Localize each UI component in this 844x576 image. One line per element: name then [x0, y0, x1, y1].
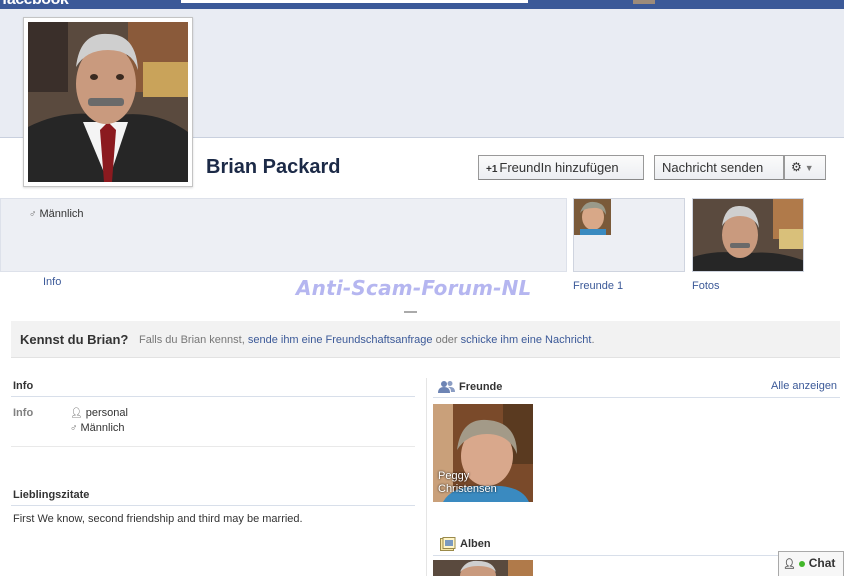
tab-photos[interactable]: Fotos: [692, 280, 720, 292]
facebook-logo[interactable]: facebook: [2, 0, 69, 9]
photo-thumbnail: [693, 199, 803, 271]
send-message-button[interactable]: Nachricht senden: [654, 155, 784, 180]
tab-info[interactable]: Info: [43, 276, 61, 288]
user-avatar[interactable]: [633, 0, 655, 4]
friend-name: Peggy Christensen: [438, 470, 497, 495]
profile-picture[interactable]: [23, 17, 193, 187]
top-navigation-bar: facebook: [0, 0, 844, 9]
album-icon: [440, 537, 456, 551]
album-thumbnail[interactable]: [433, 560, 533, 576]
show-all-friends-link[interactable]: Alle anzeigen: [771, 380, 837, 392]
section-divider: [11, 446, 415, 447]
quotes-section-title: Lieblingszitate: [13, 489, 90, 501]
send-friend-request-link[interactable]: sende ihm eine Freundschaftsanfrage: [248, 334, 433, 346]
info-section-title: Info: [13, 380, 34, 392]
send-message-link[interactable]: schicke ihm eine Nachricht: [461, 334, 592, 346]
settings-dropdown-button[interactable]: ⚙ ▼: [784, 155, 826, 180]
gender-info: ♂ Männlich: [29, 208, 84, 220]
person-icon: 👤︎: [70, 408, 83, 419]
section-divider: [433, 397, 840, 398]
column-divider: [426, 378, 427, 576]
add-friend-button[interactable]: +1 FreundIn hinzufügen: [478, 155, 644, 180]
add-friend-label: FreundIn hinzufügen: [499, 160, 619, 175]
know-person-banner: Kennst du Brian? Falls du Brian kennst, …: [11, 321, 840, 358]
info-item-gender: ♂ Männlich: [70, 422, 125, 434]
know-question: Kennst du Brian?: [20, 332, 129, 347]
photos-tab-box[interactable]: [692, 198, 804, 272]
online-status-icon: [798, 560, 805, 567]
info-label: Info: [13, 407, 34, 419]
know-text: Falls du Brian kennst, sende ihm eine Fr…: [139, 334, 595, 346]
male-icon: ♂: [29, 209, 37, 220]
favorite-quote: First We know, second friendship and thi…: [13, 513, 303, 525]
chat-button[interactable]: 👤︎ Chat: [778, 551, 844, 576]
friend-card[interactable]: Peggy Christensen: [433, 404, 533, 502]
info-tab-box[interactable]: ♂ Männlich: [0, 198, 567, 272]
chevron-down-icon: ▼: [804, 163, 814, 173]
tab-friends[interactable]: Freunde 1: [573, 280, 623, 292]
info-item-personal: 👤︎ personal: [70, 407, 128, 419]
divider-handle: [404, 311, 417, 313]
person-icon: 👤︎: [783, 559, 796, 570]
section-divider: [433, 555, 778, 556]
friend-thumbnail[interactable]: [574, 199, 611, 235]
search-input[interactable]: [181, 0, 528, 3]
albums-section-title: Alben: [460, 538, 491, 550]
profile-photo-man: [28, 22, 188, 182]
add-friend-icon: +1: [486, 164, 498, 175]
friends-icon: [438, 381, 455, 393]
friends-section-title: Freunde: [459, 381, 503, 393]
section-divider: [11, 396, 415, 397]
male-icon: ♂: [70, 423, 78, 434]
album-photo: [433, 560, 533, 576]
watermark-text: Anti-Scam-Forum-NL: [296, 276, 532, 300]
profile-name: Brian Packard: [206, 156, 341, 178]
section-divider: [11, 505, 415, 506]
gear-icon: ⚙: [791, 160, 802, 174]
